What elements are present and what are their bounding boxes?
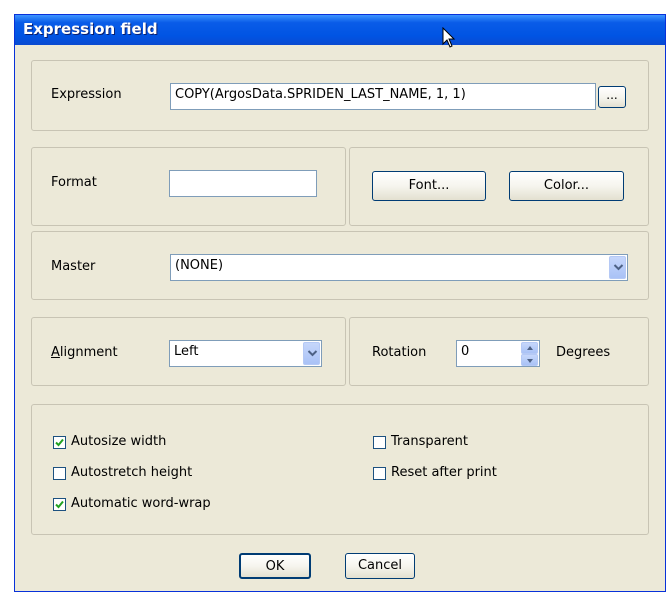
chevron-down-icon	[307, 350, 318, 357]
format-input[interactable]	[169, 170, 317, 197]
master-group: Master (NONE)	[31, 231, 649, 300]
transparent-checkbox[interactable]	[373, 436, 386, 449]
rotation-label: Rotation	[372, 345, 427, 360]
font-button[interactable]: Font...	[372, 171, 486, 201]
expression-field-dialog: Expression field Expression COPY(ArgosDa…	[14, 14, 666, 592]
autostretch-height-label[interactable]: Autostretch height	[71, 465, 192, 480]
reset-after-print-checkbox[interactable]	[373, 467, 386, 480]
transparent-label[interactable]: Transparent	[391, 434, 468, 449]
rotation-unit-label: Degrees	[556, 345, 611, 360]
master-label: Master	[51, 259, 96, 274]
master-select[interactable]: (NONE)	[170, 254, 628, 281]
autosize-width-label[interactable]: Autosize width	[71, 434, 166, 449]
color-button[interactable]: Color...	[509, 171, 624, 201]
rotation-spinner[interactable]: 0	[456, 340, 540, 367]
rotation-up-button[interactable]	[521, 342, 538, 354]
chevron-up-icon	[527, 346, 533, 350]
checkmark-icon	[55, 500, 64, 509]
expression-group: Expression COPY(ArgosData.SPRIDEN_LAST_N…	[31, 60, 649, 131]
reset-after-print-label[interactable]: Reset after print	[391, 465, 497, 480]
chevron-down-icon	[527, 359, 533, 363]
title-bar[interactable]: Expression field	[15, 15, 665, 45]
chevron-down-icon	[613, 264, 624, 271]
checkmark-icon	[55, 438, 64, 447]
format-group: Format	[31, 147, 346, 226]
format-label: Format	[51, 175, 97, 190]
window-title: Expression field	[23, 20, 158, 38]
options-group: Autosize width Autostretch height Automa…	[31, 404, 649, 535]
expression-input[interactable]: COPY(ArgosData.SPRIDEN_LAST_NAME, 1, 1)	[170, 83, 596, 110]
rotation-value: 0	[461, 344, 470, 359]
alignment-label-accesskey: A	[51, 345, 60, 360]
alignment-dropdown-button[interactable]	[303, 342, 320, 365]
rotation-down-button[interactable]	[521, 354, 538, 366]
automatic-word-wrap-label[interactable]: Automatic word-wrap	[71, 496, 211, 511]
alignment-group: Alignment Left	[31, 317, 346, 386]
expression-browse-button[interactable]: ...	[598, 86, 626, 108]
master-select-value: (NONE)	[175, 258, 224, 273]
rotation-group: Rotation 0 Degrees	[349, 317, 649, 386]
ok-button[interactable]: OK	[239, 553, 311, 579]
master-dropdown-button[interactable]	[609, 256, 626, 279]
alignment-label-rest: lignment	[59, 345, 118, 360]
expression-label: Expression	[51, 87, 122, 102]
alignment-label: Alignment	[51, 345, 118, 360]
alignment-select[interactable]: Left	[169, 340, 322, 367]
automatic-word-wrap-checkbox[interactable]	[53, 498, 66, 511]
alignment-select-value: Left	[174, 344, 199, 359]
font-color-group: Font... Color...	[349, 147, 649, 226]
cancel-button[interactable]: Cancel	[345, 553, 415, 579]
autostretch-height-checkbox[interactable]	[53, 467, 66, 480]
autosize-width-checkbox[interactable]	[53, 436, 66, 449]
mouse-pointer-icon	[442, 27, 456, 48]
